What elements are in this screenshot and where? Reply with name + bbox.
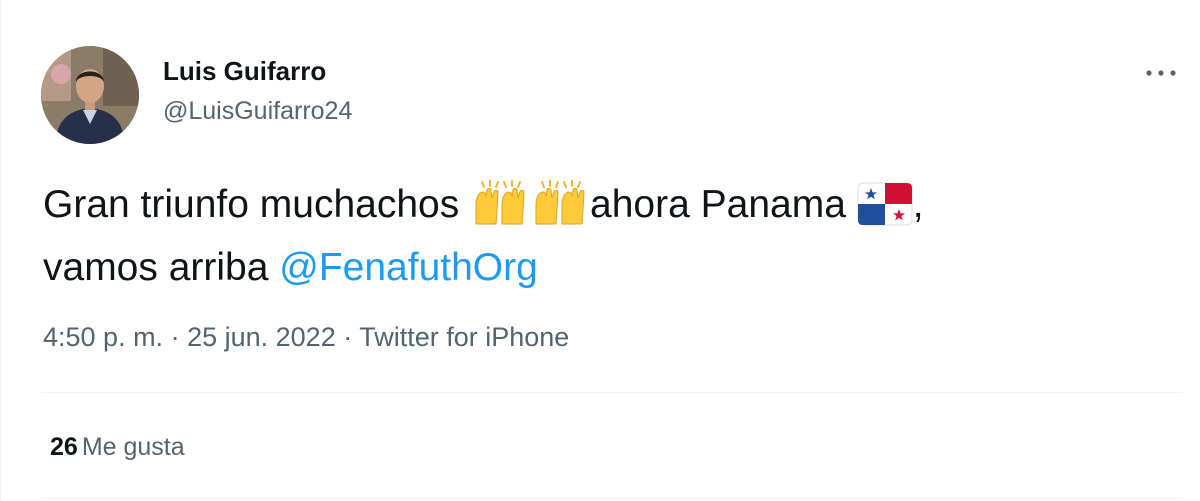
tweet-time[interactable]: 4:50 p. m. — [43, 322, 163, 352]
likes-stat[interactable]: 26 Me gusta — [50, 433, 185, 462]
likes-label: Me gusta — [81, 433, 185, 461]
tweet-text-part: Gran triunfo muchachos — [43, 183, 471, 226]
tweet-text-part: , — [912, 183, 924, 226]
tweet-text: Gran triunfo muchachos ahora Panama , va… — [43, 178, 1153, 295]
tweet-date[interactable]: 25 jun. 2022 — [187, 322, 336, 352]
tweet-card: Luis Guifarro @LuisGuifarro24 Gran triun… — [0, 0, 1200, 501]
avatar-image — [41, 46, 139, 144]
raising-hands-emoji-icon — [470, 179, 530, 241]
meta-separator: · — [335, 322, 360, 352]
likes-count: 26 — [50, 433, 78, 461]
tweet-text-part: ahora Panama — [590, 183, 857, 226]
meta-separator: · — [163, 322, 188, 352]
divider — [41, 392, 1183, 393]
avatar[interactable] — [41, 46, 139, 144]
author-display-name[interactable]: Luis Guifarro — [163, 56, 326, 87]
raising-hands-emoji-icon — [530, 179, 590, 241]
panama-flag-icon — [857, 182, 913, 241]
mention-link[interactable]: @FenafuthOrg — [279, 246, 538, 289]
author-handle[interactable]: @LuisGuifarro24 — [163, 97, 352, 126]
tweet-text-part: vamos arriba — [43, 246, 280, 289]
divider — [41, 498, 1183, 499]
tweet-metadata: 4:50 p. m. · 25 jun. 2022 · Twitter for … — [43, 322, 569, 353]
more-options-button[interactable] — [1139, 58, 1183, 88]
tweet-source[interactable]: Twitter for iPhone — [359, 322, 569, 352]
more-icon — [1146, 70, 1176, 76]
